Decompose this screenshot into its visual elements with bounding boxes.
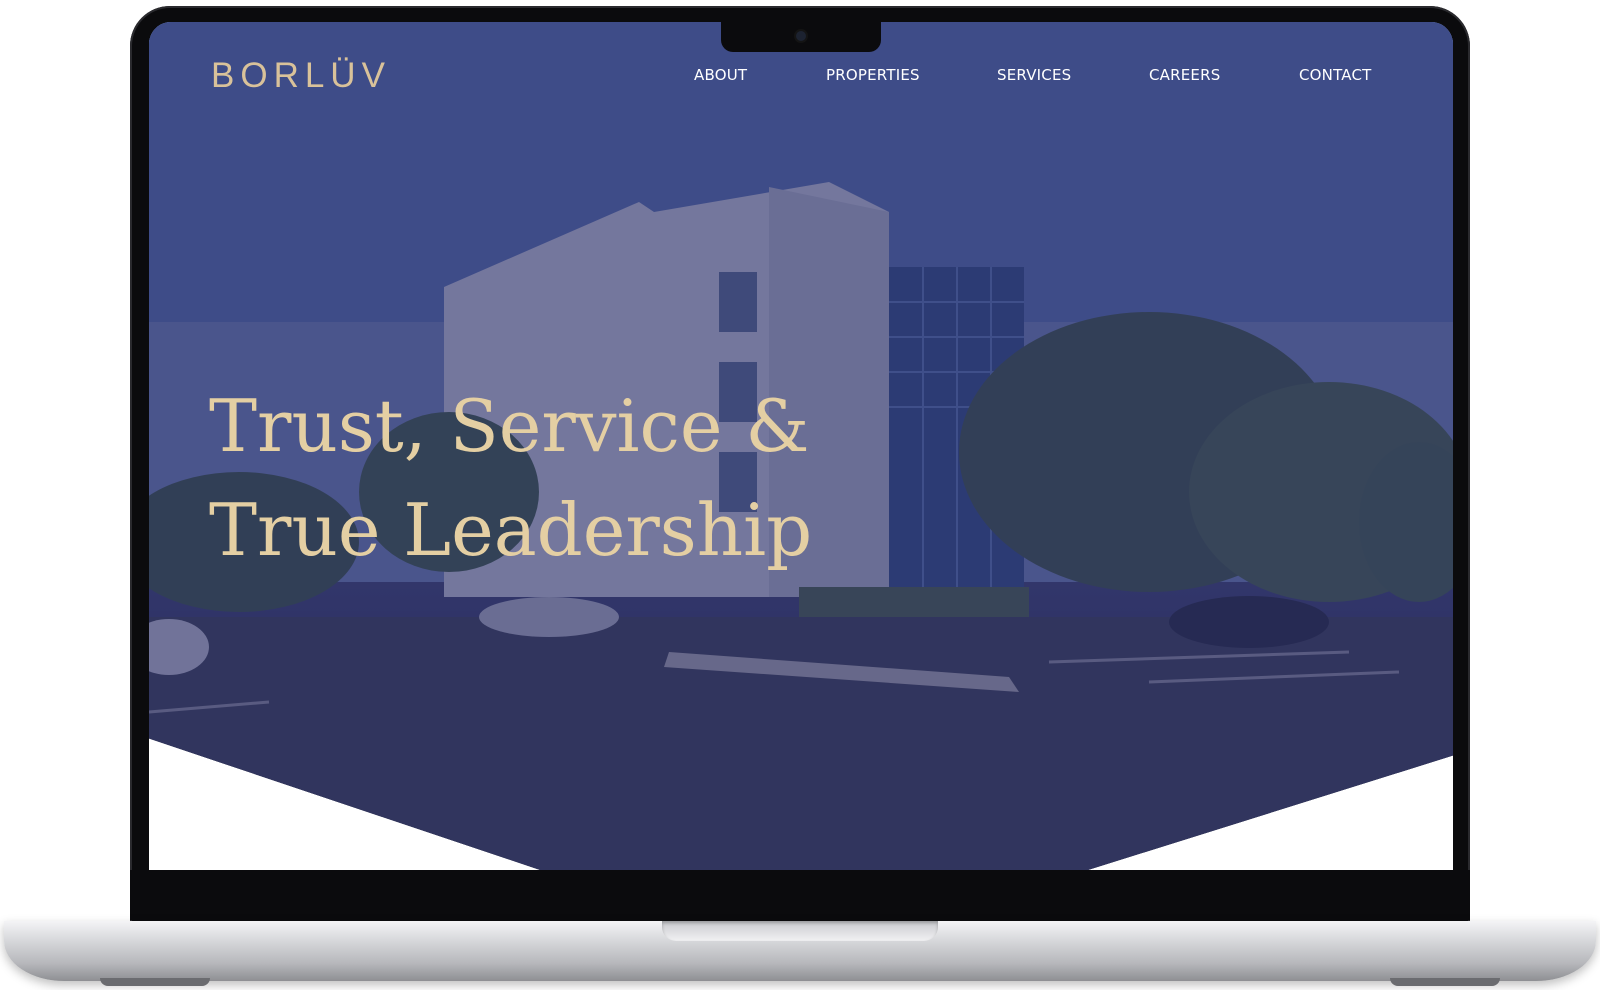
hero-headline: Trust, Service & True Leadership <box>209 374 812 582</box>
hero-section: BORLÜV ABOUT PROPERTIES SERVICES CAREERS… <box>149 22 1453 870</box>
laptop-opening-groove <box>662 921 938 941</box>
hero-headline-line-2: True Leadership <box>209 488 813 572</box>
screen-notch <box>721 22 881 52</box>
hero-headline-line-1: Trust, Service & <box>209 384 810 468</box>
nav-link-services[interactable]: SERVICES <box>997 66 1071 84</box>
camera-icon <box>796 31 806 41</box>
nav-link-careers[interactable]: CAREERS <box>1149 66 1220 84</box>
main-navigation: ABOUT PROPERTIES SERVICES CAREERS CONTAC… <box>149 66 1453 90</box>
device-mockup: BORLÜV ABOUT PROPERTIES SERVICES CAREERS… <box>0 0 1600 990</box>
nav-link-contact[interactable]: CONTACT <box>1299 66 1372 84</box>
screen-bottom-bezel <box>130 870 1470 920</box>
laptop-foot-left <box>100 978 210 986</box>
nav-link-properties[interactable]: PROPERTIES <box>826 66 920 84</box>
nav-link-about[interactable]: ABOUT <box>694 66 747 84</box>
laptop-screen: BORLÜV ABOUT PROPERTIES SERVICES CAREERS… <box>149 22 1453 870</box>
laptop-foot-right <box>1390 978 1500 986</box>
